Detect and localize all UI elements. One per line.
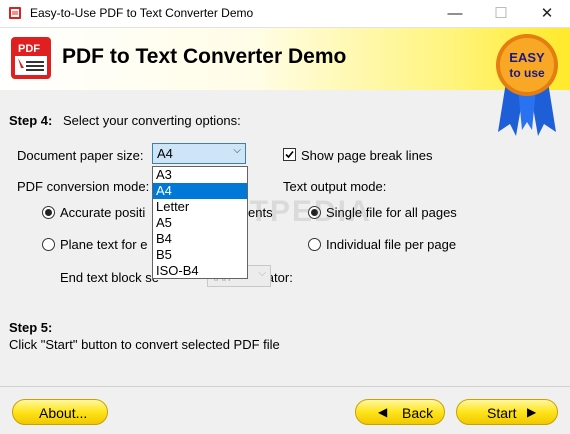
paper-size-value: A4 <box>157 146 173 161</box>
start-button-label: Start <box>487 405 517 421</box>
individual-file-label: Individual file per page <box>326 237 457 252</box>
plane-text-label: Plane text for e <box>60 237 148 252</box>
arrow-right-icon: ▶ <box>527 405 537 419</box>
title-bar: Easy-to-Use PDF to Text Converter Demo —… <box>0 0 570 28</box>
checkmark-icon <box>285 150 294 159</box>
start-button[interactable]: Start ▶ <box>456 399 558 425</box>
page-break-label: Show page break lines <box>301 148 433 163</box>
maximize-button[interactable]: ☐ <box>478 0 524 27</box>
accurate-positioning-label: Accurate positi <box>60 205 146 220</box>
footer-divider <box>0 386 570 387</box>
paper-size-select[interactable]: A4 ⌵ <box>152 143 246 164</box>
header-banner: PDF PDF to Text Converter Demo <box>0 28 570 90</box>
conversion-mode-label: PDF conversion mode: <box>17 179 150 194</box>
individual-file-radio[interactable] <box>308 238 321 251</box>
accurate-positioning-label-suffix: ents <box>248 205 273 220</box>
arrow-left-icon: ◀ <box>378 405 388 419</box>
dropdown-option-b5[interactable]: B5 <box>153 247 247 263</box>
minimize-button[interactable]: — <box>432 0 478 27</box>
window-title: Easy-to-Use PDF to Text Converter Demo <box>30 6 254 20</box>
close-button[interactable]: ✕ <box>524 0 570 27</box>
dropdown-option-iso-b4[interactable]: ISO-B4 <box>153 263 247 279</box>
chevron-down-icon: ⌵ <box>233 145 241 156</box>
paper-size-dropdown[interactable]: A3 A4 Letter A5 B4 B5 ISO-B4 <box>152 166 248 279</box>
badge-line-2: to use <box>509 66 545 80</box>
step4-label: Step 4: <box>9 113 53 128</box>
step5-text: Click "Start" button to convert selected… <box>9 337 280 352</box>
about-button[interactable]: About... <box>12 399 108 425</box>
page-title: PDF to Text Converter Demo <box>62 45 347 68</box>
dropdown-option-a3[interactable]: A3 <box>153 167 247 183</box>
dropdown-option-a5[interactable]: A5 <box>153 215 247 231</box>
app-icon <box>9 7 21 19</box>
accurate-positioning-radio[interactable] <box>42 206 55 219</box>
single-file-label: Single file for all pages <box>326 205 457 220</box>
output-mode-label: Text output mode: <box>283 179 387 194</box>
easy-to-use-badge: EASY to use <box>496 34 558 136</box>
paper-size-label: Document paper size: <box>17 148 144 163</box>
dropdown-option-a4[interactable]: A4 <box>153 183 247 199</box>
chevron-down-icon: ⌵ <box>258 268 266 279</box>
pdf-document-icon: PDF <box>11 37 51 79</box>
plane-text-radio[interactable] <box>42 238 55 251</box>
step4-text: Select your converting options: <box>63 113 241 128</box>
back-button[interactable]: ◀ Back <box>355 399 445 425</box>
page-break-checkbox[interactable] <box>283 148 296 161</box>
badge-line-1: EASY <box>509 50 545 65</box>
dropdown-option-letter[interactable]: Letter <box>153 199 247 215</box>
separator-label: End text block se <box>60 270 159 285</box>
about-button-label: About... <box>39 405 88 421</box>
back-button-label: Back <box>402 405 434 421</box>
pdf-icon-text: PDF <box>18 43 40 55</box>
single-file-radio[interactable] <box>308 206 321 219</box>
step5-label: Step 5: <box>9 320 53 335</box>
dropdown-option-b4[interactable]: B4 <box>153 231 247 247</box>
